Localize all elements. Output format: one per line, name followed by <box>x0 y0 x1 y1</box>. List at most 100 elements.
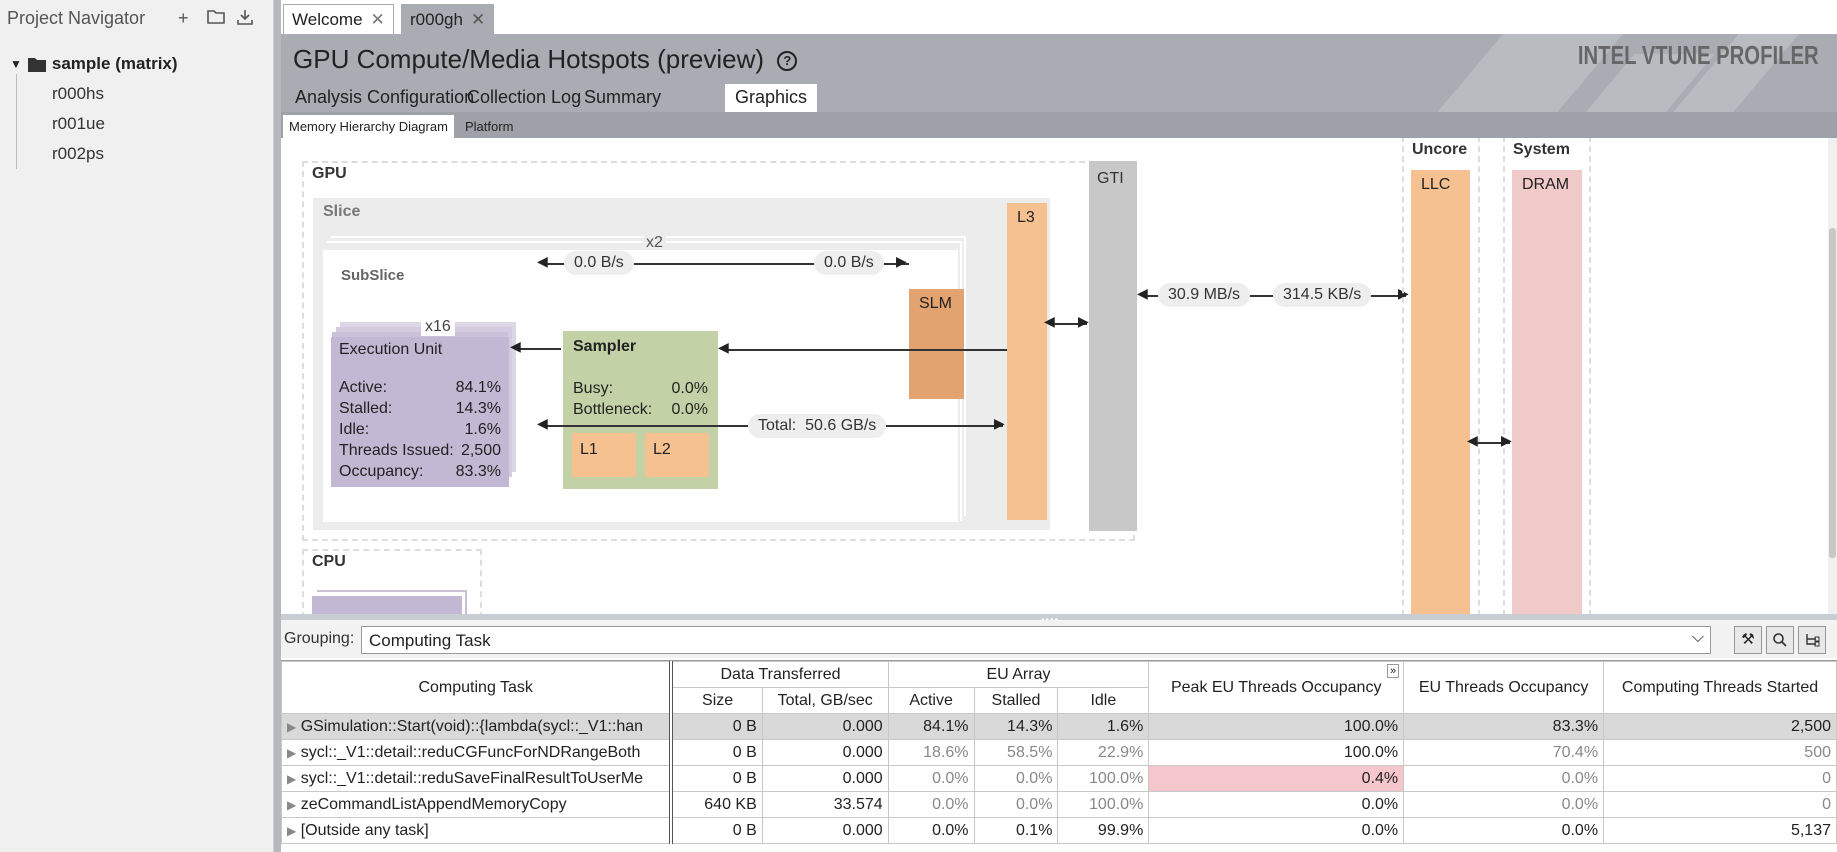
rate-pill: 0.0 B/s <box>814 251 884 275</box>
navigator-splitter[interactable] <box>274 0 281 852</box>
arrow-head-icon: ◀ <box>510 338 521 354</box>
navigator-title: Project Navigator <box>7 8 146 28</box>
eu-row: Stalled: 14.3% <box>339 400 501 417</box>
slice-label: Slice <box>323 203 361 220</box>
table-row[interactable]: ▶ sycl::_V1::detail::reduSaveFinalResult… <box>281 765 1837 792</box>
arrow-head-icon: ▶ <box>896 253 907 269</box>
dram-box: DRAM <box>1512 170 1582 614</box>
table-row[interactable]: ▶ [Outside any task] 0 B 0.000 0.0% 0.1% 99… <box>281 817 1837 844</box>
eu-row: Threads Issued: 2,500 <box>339 442 501 459</box>
eu-row: Occupancy: 83.3% <box>339 463 501 480</box>
header-eu-threads-occupancy[interactable]: EU Threads Occupancy <box>1403 661 1605 714</box>
eu-row: Idle: 1.6% <box>339 421 501 438</box>
tab-graphics[interactable]: Graphics <box>725 84 818 112</box>
folder-icon <box>27 57 46 72</box>
eu-row: Active: 84.1% <box>339 379 501 396</box>
expand-row-icon[interactable]: ▶ <box>287 824 296 838</box>
l2-cache: L2 <box>645 433 709 477</box>
search-icon[interactable] <box>1766 626 1794 654</box>
arrow-head-icon: ▶ <box>1501 432 1512 448</box>
header-data-transferred[interactable]: Data Transferred <box>670 661 889 688</box>
header-peak-eu-threads-occupancy[interactable]: Peak EU Threads Occupancy » <box>1148 661 1405 714</box>
arrow-head-icon: ▶ <box>1078 313 1089 329</box>
header-eu-array[interactable]: EU Array <box>887 661 1150 688</box>
memory-hierarchy-diagram: GPU GTI Slice x2 SubSlice x16 Execution … <box>281 138 1837 614</box>
tab-label: Welcome <box>292 9 363 29</box>
table-row[interactable]: ▶ zeCommandListAppendMemoryCopy 640 KB 33… <box>281 791 1837 818</box>
grouping-bar: Grouping: Computing Task ⌵ ⚒ <box>281 620 1837 658</box>
uncore-label: Uncore <box>1412 141 1468 158</box>
tree-guide <box>16 74 17 169</box>
project-node[interactable]: ▼ sample (matrix) <box>10 54 178 74</box>
arrow-head-icon: ◀ <box>718 339 729 355</box>
header-computing-threads-started[interactable]: Computing Threads Started <box>1603 661 1837 714</box>
cpu-label: CPU <box>312 553 346 570</box>
subslice-label: SubSlice <box>341 267 405 284</box>
expand-row-icon[interactable]: ▶ <box>287 746 296 760</box>
expand-row-icon[interactable]: ▶ <box>287 720 296 734</box>
open-folder-icon[interactable] <box>207 8 225 29</box>
close-icon[interactable]: ✕ <box>471 10 485 30</box>
tab-welcome[interactable]: Welcome ✕ <box>283 4 394 34</box>
import-icon[interactable] <box>236 8 254 31</box>
tab-memory-hierarchy-diagram[interactable]: Memory Hierarchy Diagram <box>283 115 454 138</box>
header-stalled[interactable]: Stalled <box>973 687 1059 714</box>
tab-r000gh[interactable]: r000gh ✕ <box>401 4 495 34</box>
add-icon[interactable]: + <box>178 8 189 29</box>
expand-column-icon[interactable]: » <box>1387 664 1400 678</box>
computing-task-table: Computing Task Data Transferred EU Array… <box>281 661 1837 844</box>
arrow-line <box>726 349 1007 351</box>
arrow-head-icon: ◀ <box>537 415 548 431</box>
grouping-select[interactable]: Computing Task ⌵ <box>361 626 1711 654</box>
arrow-head-icon: ▶ <box>994 415 1005 431</box>
tab-label: r000gh <box>410 9 463 29</box>
sampler-title: Sampler <box>573 338 637 355</box>
tab-summary[interactable]: Summary <box>574 84 671 112</box>
scrollbar-thumb[interactable] <box>1829 228 1836 558</box>
slm-box: SLM <box>909 289 964 399</box>
l3-cache: L3 <box>1007 203 1047 520</box>
system-label: System <box>1513 141 1570 158</box>
header-idle[interactable]: Idle <box>1057 687 1150 714</box>
close-icon[interactable]: ✕ <box>371 10 385 30</box>
llc-box: LLC <box>1411 170 1470 614</box>
arrow-head-icon: ◀ <box>1044 313 1055 329</box>
run-item[interactable]: r001ue <box>52 114 105 134</box>
gti-label: GTI <box>1097 170 1124 187</box>
grouping-label: Grouping: <box>284 630 355 647</box>
expand-row-icon[interactable]: ▶ <box>287 798 296 812</box>
header-computing-task[interactable]: Computing Task <box>281 661 674 714</box>
arrow-head-icon: ◀ <box>1137 285 1148 301</box>
total-pill: Total: 50.6 GB/s <box>748 414 887 438</box>
arrow-head-icon: ◀ <box>1467 432 1478 448</box>
eu-title: Execution Unit <box>339 341 443 358</box>
tab-platform[interactable]: Platform <box>459 115 519 138</box>
chevron-down-icon[interactable]: ⌵ <box>1692 629 1704 647</box>
gti-write-pill: 314.5 KB/s <box>1273 283 1372 307</box>
gpu-label: GPU <box>312 165 347 182</box>
l1-cache: L1 <box>572 433 636 477</box>
gti-bar <box>1089 161 1137 531</box>
tab-collection-log[interactable]: Collection Log <box>457 84 591 112</box>
analysis-header: GPU Compute/Media Hotspots (preview) ? I… <box>281 34 1837 112</box>
table-row[interactable]: ▶ GSimulation::Start(void)::{lambda(sycl… <box>281 713 1837 740</box>
expand-triangle-icon[interactable]: ▼ <box>10 57 22 71</box>
run-item[interactable]: r000hs <box>52 84 104 104</box>
cpu-stack <box>312 596 462 614</box>
expand-row-icon[interactable]: ▶ <box>287 772 296 786</box>
project-name: sample (matrix) <box>51 54 178 73</box>
header-active[interactable]: Active <box>887 687 975 714</box>
brand-logo: INTEL VTUNE PROFILER <box>1578 40 1819 70</box>
execution-unit: Execution Unit Active: 84.1% Stalled: 14.3… <box>331 337 509 487</box>
analysis-title: GPU Compute/Media Hotspots (preview) ? <box>293 44 798 75</box>
header-size[interactable]: Size <box>670 687 763 714</box>
run-item[interactable]: r002ps <box>52 144 104 164</box>
table-row[interactable]: ▶ sycl::_V1::detail::reduCGFuncForNDRang… <box>281 739 1837 766</box>
tree-view-icon[interactable] <box>1798 626 1826 654</box>
help-icon[interactable]: ? <box>777 51 798 72</box>
rate-pill: 0.0 B/s <box>564 251 634 275</box>
header-total[interactable]: Total, GB/sec <box>761 687 889 714</box>
tab-analysis-configuration[interactable]: Analysis Configuration <box>285 84 484 112</box>
results-grid: Computing Task Data Transferred EU Array… <box>281 660 1837 852</box>
tools-icon[interactable]: ⚒ <box>1734 626 1762 654</box>
